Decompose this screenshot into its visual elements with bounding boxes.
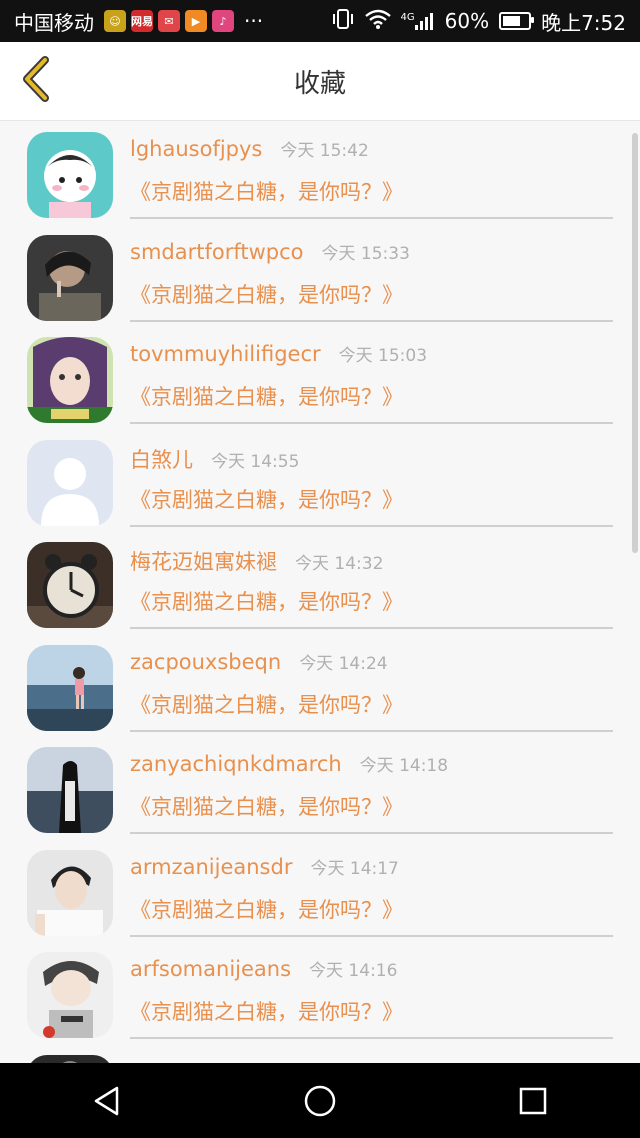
- avatar[interactable]: [27, 1054, 113, 1063]
- avatar[interactable]: [27, 234, 113, 321]
- timestamp: 今天 14:32: [295, 554, 384, 574]
- chevron-left-icon: [23, 56, 49, 102]
- username[interactable]: armzanijeansdr: [130, 855, 292, 879]
- avatar[interactable]: [27, 644, 113, 731]
- username[interactable]: tovmmuyhilifigecr: [130, 342, 321, 366]
- clock: 晚上7:52: [541, 10, 626, 35]
- list-item[interactable]: 梅花迈姐寓妹褪 今天 14:32 《京剧猫之白糖，是你吗？》: [0, 534, 640, 636]
- page-title: 收藏: [293, 68, 346, 99]
- username[interactable]: arfsomanijeans: [130, 957, 291, 981]
- item-header: zanyachiqnkdmarch 今天 14:18: [130, 751, 448, 776]
- back-button[interactable]: [12, 54, 62, 104]
- divider: [130, 729, 613, 732]
- timestamp: 今天 15:03: [338, 346, 428, 366]
- divider: [130, 524, 613, 527]
- video-app-icon: ▶: [185, 10, 207, 32]
- battery-icon: [499, 12, 535, 30]
- mail-app-icon: ✉: [158, 10, 180, 32]
- avatar[interactable]: [27, 439, 113, 526]
- status-bar: 中国移动 ☺ 网易 ✉ ▶ ♪ ··· 4G 60% 晚上7:52: [0, 0, 640, 42]
- divider: [130, 422, 613, 424]
- item-header: smdartforftwpco 今天 15:33: [130, 239, 410, 264]
- nav-home-button[interactable]: [290, 1071, 350, 1131]
- cell-signal: 4G: [401, 12, 435, 30]
- smile-app-icon: ☺: [104, 10, 126, 32]
- more-notifications: ···: [244, 9, 264, 33]
- app-header: 收藏: [0, 42, 640, 121]
- list-item[interactable]: zanyachiqnkdmarch 今天 14:18 《京剧猫之白糖，是你吗？》: [0, 739, 640, 841]
- list-item[interactable]: lghausofjpys 今天 15:42 《京剧猫之白糖，是你吗？》: [0, 124, 640, 226]
- music-app-icon: ♪: [212, 10, 234, 32]
- story-title-link[interactable]: 《京剧猫之白糖，是你吗？》: [130, 176, 403, 206]
- username[interactable]: 梅花迈姐寓妹褪: [130, 546, 277, 576]
- nav-recent-button[interactable]: [503, 1071, 563, 1131]
- timestamp: 今天 14:55: [211, 451, 300, 472]
- story-title-link[interactable]: 《京剧猫之白糖，是你吗？》: [130, 586, 403, 616]
- divider: [130, 319, 613, 322]
- favorites-list[interactable]: lghausofjpys 今天 15:42 《京剧猫之白糖，是你吗？》 smdartf…: [0, 121, 640, 1063]
- avatar[interactable]: [27, 849, 113, 936]
- story-title-link[interactable]: 《京剧猫之白糖，是你吗？》: [130, 996, 403, 1026]
- story-title-link[interactable]: 《京剧猫之白糖，是你吗？》: [130, 894, 403, 924]
- timestamp: 今天 14:16: [309, 961, 398, 981]
- story-title-link[interactable]: 《京剧猫之白糖，是你吗？》: [130, 791, 403, 821]
- status-left: 中国移动 ☺ 网易 ✉ ▶ ♪ ···: [14, 7, 263, 36]
- timestamp: 今天 14:24: [299, 653, 388, 674]
- item-header: tovmmuyhilifigecr 今天 15:03: [130, 341, 427, 366]
- story-title-link[interactable]: 《京剧猫之白糖，是你吗？》: [130, 689, 403, 719]
- story-title-link[interactable]: 《京剧猫之白糖，是你吗？》: [130, 484, 403, 514]
- timestamp: 今天 14:17: [310, 858, 399, 879]
- username[interactable]: lghausofjpys: [130, 137, 262, 161]
- item-header: armzanijeansdr 今天 14:17: [130, 854, 399, 879]
- nav-back-button[interactable]: [77, 1071, 137, 1131]
- avatar[interactable]: [27, 952, 113, 1038]
- item-header: lghausofjpys 今天 15:42: [130, 136, 369, 161]
- notification-icons: ☺ 网易 ✉ ▶ ♪: [104, 10, 234, 32]
- item-header: 白煞儿 今天 14:55: [130, 444, 299, 474]
- story-title-link[interactable]: 《京剧猫之白糖，是你吗？》: [130, 381, 403, 411]
- recent-square-icon: [520, 1087, 547, 1114]
- timestamp: 今天 15:42: [280, 141, 369, 161]
- home-circle-icon: [304, 1085, 336, 1116]
- status-right: 4G 60% 晚上7:52: [331, 7, 626, 36]
- carrier-name: 中国移动: [14, 10, 94, 35]
- list-item[interactable]: zacpouxsbeqn 今天 14:24 《京剧猫之白糖，是你吗？》: [0, 637, 640, 739]
- divider: [130, 934, 613, 937]
- avatar[interactable]: [27, 132, 113, 218]
- list-item[interactable]: smdartforftwpco 今天 15:33 《京剧猫之白糖，是你吗？》: [0, 227, 640, 329]
- avatar[interactable]: [27, 747, 113, 833]
- netease-app-icon: 网易: [131, 10, 153, 32]
- divider: [130, 217, 613, 219]
- list-item[interactable]: 白煞儿 今天 14:55 《京剧猫之白糖，是你吗？》: [0, 432, 640, 534]
- scrollbar[interactable]: [632, 133, 638, 553]
- system-nav-bar: [0, 1063, 640, 1138]
- item-header: zacpouxsbeqn 今天 14:24: [130, 649, 388, 674]
- avatar[interactable]: [27, 542, 113, 628]
- signal-icon: [414, 13, 433, 30]
- timestamp: 今天 15:33: [321, 243, 410, 264]
- divider: [130, 627, 613, 629]
- list-item[interactable]: tovmmuyhilifigecr 今天 15:03 《京剧猫之白糖，是你吗？》: [0, 329, 640, 431]
- username[interactable]: 白煞儿: [130, 444, 193, 474]
- divider: [130, 832, 613, 834]
- story-title-link[interactable]: 《京剧猫之白糖，是你吗？》: [130, 279, 403, 309]
- vibrate-icon: [331, 8, 355, 35]
- username[interactable]: smdartforftwpco: [130, 240, 304, 264]
- list-item-partial[interactable]: [0, 1047, 640, 1063]
- username[interactable]: zacpouxsbeqn: [130, 650, 281, 674]
- wifi-icon: [364, 9, 391, 34]
- list-item[interactable]: arfsomanijeans 今天 14:16 《京剧猫之白糖，是你吗？》: [0, 944, 640, 1046]
- item-header: 梅花迈姐寓妹褪 今天 14:32: [130, 546, 383, 576]
- item-header: arfsomanijeans 今天 14:16: [130, 956, 397, 981]
- username[interactable]: zanyachiqnkdmarch: [130, 752, 342, 776]
- back-triangle-icon: [94, 1086, 118, 1115]
- timestamp: 今天 14:18: [359, 756, 449, 776]
- avatar[interactable]: [27, 337, 113, 423]
- battery-percent: 60%: [444, 9, 490, 33]
- divider: [130, 1037, 613, 1039]
- list-item[interactable]: armzanijeansdr 今天 14:17 《京剧猫之白糖，是你吗？》: [0, 842, 640, 944]
- network-type: 4G: [400, 12, 415, 23]
